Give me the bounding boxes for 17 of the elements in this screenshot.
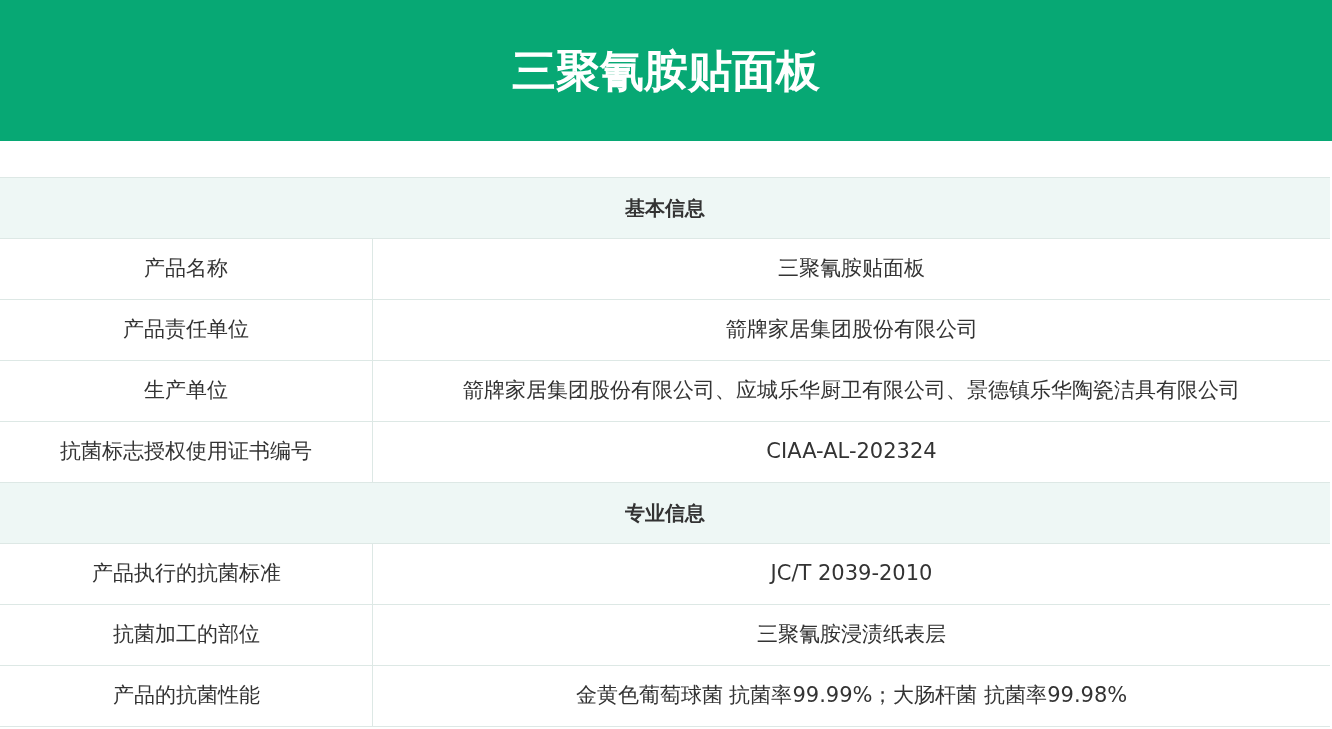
table-cell-text: 三聚氰胺贴面板 <box>777 255 926 283</box>
table-cell: 抗菌标志授权使用证书编号 <box>0 422 373 482</box>
table-cell-text: 金黄色葡萄球菌 抗菌率99.99%；大肠杆菌 抗菌率99.98% <box>574 682 1129 710</box>
page-title: 三聚氰胺贴面板 <box>512 43 820 98</box>
table-cell: 抗菌加工的部位 <box>0 605 373 665</box>
table-cell-text: 箭牌家居集团股份有限公司、应城乐华厨卫有限公司、景德镇乐华陶瓷洁具有限公司 <box>462 377 1241 405</box>
table-cell-text: JC/T 2039-2010 <box>768 560 934 588</box>
table-cell-text: 三聚氰胺浸渍纸表层 <box>756 621 947 649</box>
section-title: 专业信息 <box>625 500 705 527</box>
table-cell: 产品的抗菌性能 <box>0 666 373 726</box>
table-cell-text: CIAA-AL-202324 <box>765 438 938 466</box>
table-cell-text: 箭牌家居集团股份有限公司 <box>724 316 979 344</box>
table-cell: 产品执行的抗菌标准 <box>0 544 373 604</box>
section-title: 基本信息 <box>625 195 705 222</box>
table-cell: 产品名称 <box>0 239 373 299</box>
table-cell: 产品责任单位 <box>0 300 373 360</box>
table-cell: 生产单位 <box>0 361 373 421</box>
